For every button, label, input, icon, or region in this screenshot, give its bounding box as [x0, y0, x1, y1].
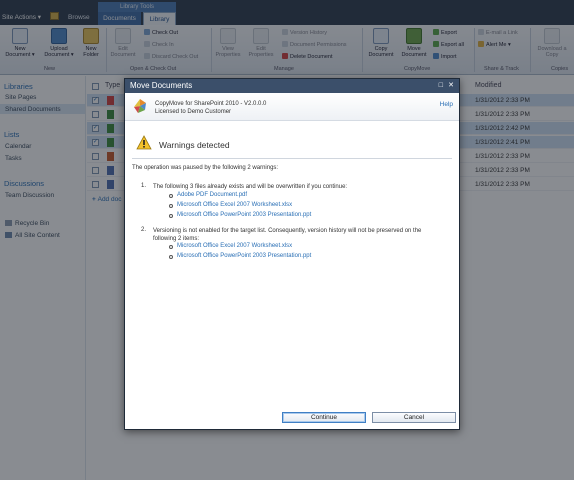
- maximize-icon[interactable]: □: [439, 79, 443, 93]
- file-link[interactable]: Microsoft Office Excel 2007 Worksheet.xl…: [177, 202, 292, 208]
- product-banner: CopyMove for SharePoint 2010 - V2.0.0.0 …: [125, 93, 459, 121]
- license-text: Licensed to Demo Customer: [155, 109, 232, 115]
- cancel-button[interactable]: Cancel: [372, 412, 456, 423]
- product-name: CopyMove for SharePoint 2010 - V2.0.0.0: [155, 101, 267, 107]
- bullet: [169, 255, 173, 259]
- bullet: [169, 194, 173, 198]
- warning-intro: The operation was paused by the followin…: [132, 165, 279, 171]
- warning-icon: [136, 135, 152, 150]
- dialog-body: Warnings detected The operation was paus…: [125, 121, 459, 405]
- file-link[interactable]: Microsoft Office Excel 2007 Worksheet.xl…: [177, 243, 292, 249]
- file-link[interactable]: Microsoft Office PowerPoint 2003 Present…: [177, 253, 311, 259]
- product-info: CopyMove for SharePoint 2010 - V2.0.0.0 …: [155, 100, 266, 116]
- warning-text: Versioning is not enabled for the target…: [153, 228, 422, 242]
- warning-title: Warnings detected: [159, 140, 230, 150]
- close-icon[interactable]: ✕: [448, 79, 454, 93]
- bullet: [169, 214, 173, 218]
- file-link[interactable]: Microsoft Office PowerPoint 2003 Present…: [177, 212, 311, 218]
- dialog-title-bar: Move Documents □ ✕: [125, 79, 459, 93]
- bullet: [169, 245, 173, 249]
- file-link[interactable]: Adobe PDF Document.pdf: [177, 192, 247, 198]
- bullet: [169, 204, 173, 208]
- warning-text: The following 3 files already exists and…: [153, 184, 348, 190]
- divider: [132, 158, 452, 159]
- dialog-footer: Continue Cancel: [125, 405, 459, 429]
- copymove-logo-icon: [134, 99, 146, 113]
- help-link[interactable]: Help: [440, 101, 453, 108]
- move-documents-dialog: Move Documents □ ✕ CopyMove for SharePoi…: [124, 78, 460, 430]
- warning-number: 1.: [141, 183, 147, 189]
- continue-button[interactable]: Continue: [282, 412, 366, 423]
- dialog-title: Move Documents: [130, 81, 193, 90]
- warning-number: 2.: [141, 227, 147, 233]
